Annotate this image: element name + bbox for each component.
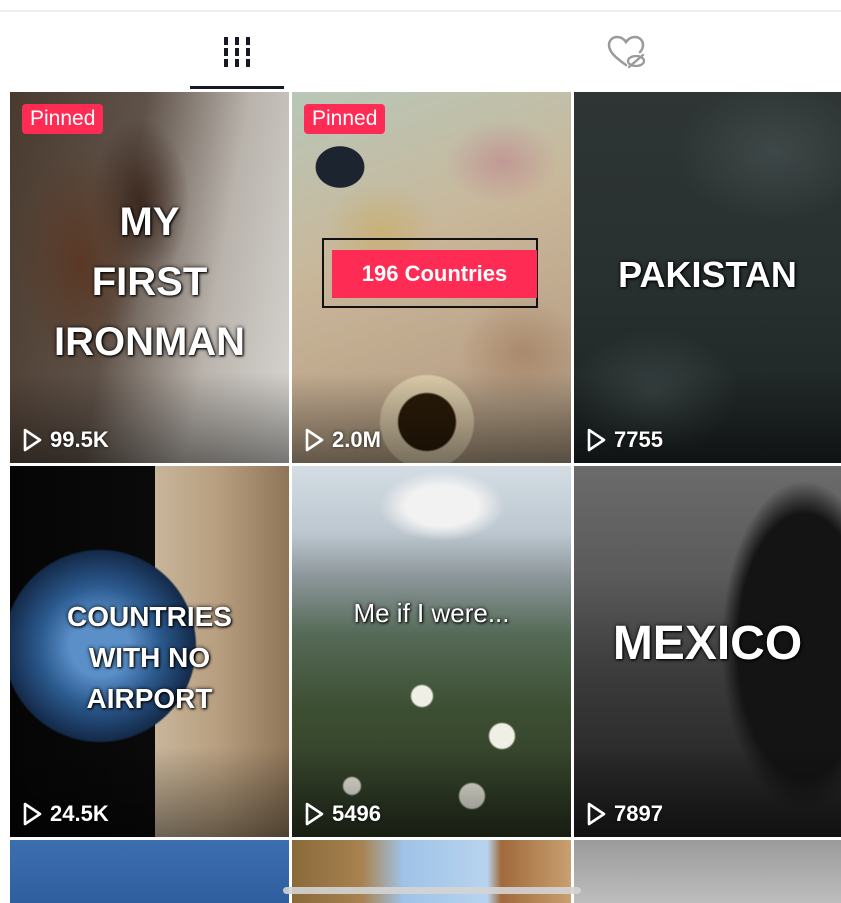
pinned-badge: Pinned xyxy=(304,104,386,134)
view-count: 7755 xyxy=(586,427,663,453)
liked-hidden-icon xyxy=(607,35,646,69)
video-tile[interactable]: Pinned MY FIRST IRONMAN 99.5K xyxy=(10,92,289,463)
view-count: 5496 xyxy=(304,801,381,827)
play-icon xyxy=(305,428,324,452)
view-count-value: 99.5K xyxy=(50,427,109,452)
video-tile[interactable] xyxy=(10,840,289,903)
play-icon xyxy=(587,802,606,826)
video-grid: Pinned MY FIRST IRONMAN 99.5K Pinned 196… xyxy=(10,92,841,903)
video-tile[interactable] xyxy=(574,840,841,903)
video-tile[interactable]: PAKISTAN 7755 xyxy=(574,92,841,463)
video-tile[interactable]: MEXICO 7897 xyxy=(574,466,841,837)
video-tile[interactable]: COUNTRIES WITH NO AIRPORT 24.5K xyxy=(10,466,289,837)
grid-bars-icon xyxy=(224,37,250,67)
video-thumbnail xyxy=(10,840,289,903)
view-count: 2.0M xyxy=(304,427,381,453)
view-count-value: 24.5K xyxy=(50,801,109,826)
view-count-value: 2.0M xyxy=(332,427,381,452)
view-count: 7897 xyxy=(586,801,663,827)
video-thumbnail xyxy=(574,840,841,903)
play-icon xyxy=(305,802,324,826)
active-tab-indicator xyxy=(190,86,284,89)
tab-liked[interactable] xyxy=(580,14,674,90)
view-count-value: 7755 xyxy=(614,427,663,452)
view-count-value: 7897 xyxy=(614,801,663,826)
play-icon xyxy=(23,428,42,452)
tab-videos[interactable] xyxy=(190,14,284,90)
home-indicator[interactable] xyxy=(283,887,581,894)
view-count-value: 5496 xyxy=(332,801,381,826)
play-icon xyxy=(587,428,606,452)
top-divider xyxy=(0,10,841,12)
profile-tab-bar xyxy=(0,14,841,90)
video-caption: PAKISTAN xyxy=(618,254,797,295)
video-caption: MEXICO xyxy=(612,617,803,670)
video-caption: MY FIRST IRONMAN xyxy=(53,200,246,364)
view-count: 24.5K xyxy=(22,801,109,827)
play-icon xyxy=(23,802,42,826)
video-caption-badge: 196 Countries xyxy=(332,250,537,298)
view-count: 99.5K xyxy=(22,427,109,453)
pinned-badge: Pinned xyxy=(22,104,104,134)
video-caption: COUNTRIES WITH NO AIRPORT xyxy=(67,601,232,714)
video-caption: Me if I were... xyxy=(353,598,510,628)
video-tile[interactable]: Pinned 196 Countries 2.0M xyxy=(292,92,571,463)
video-tile[interactable]: Me if I were... 5496 xyxy=(292,466,571,837)
